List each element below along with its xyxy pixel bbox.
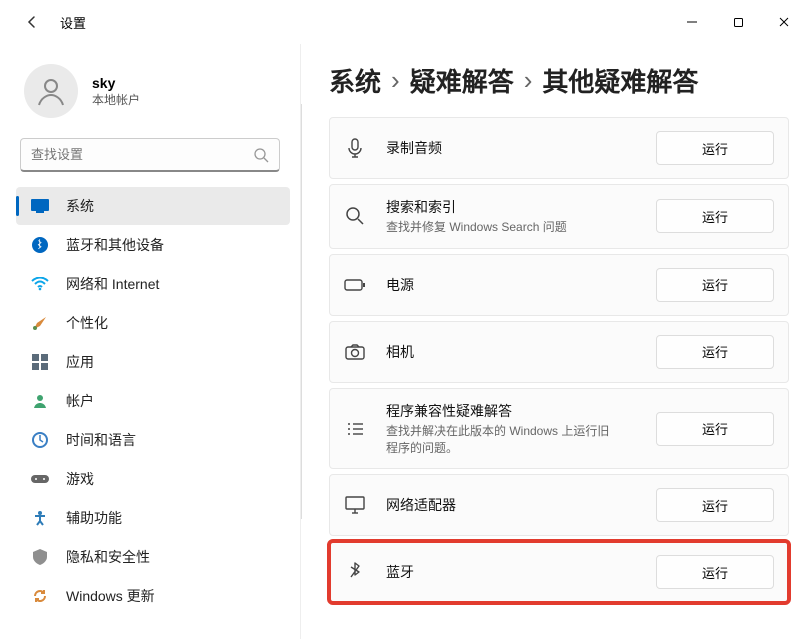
breadcrumb-separator: › [524, 65, 533, 96]
sidebar-item-accounts[interactable]: 帐户 [16, 382, 290, 420]
wifi-icon [30, 274, 50, 294]
sidebar-item-gaming[interactable]: 游戏 [16, 460, 290, 498]
breadcrumb-troubleshoot[interactable]: 疑难解答 [410, 62, 514, 99]
breadcrumb-separator: › [391, 65, 400, 96]
window-controls [669, 6, 807, 38]
shield-icon [30, 547, 50, 567]
search-box[interactable] [20, 138, 280, 172]
sidebar-item-bluetooth[interactable]: 蓝牙和其他设备 [16, 226, 290, 264]
troubleshooter-compatibility: 程序兼容性疑难解答 查找并解决在此版本的 Windows 上运行旧程序的问题。 … [329, 388, 789, 470]
troubleshooter-title: 相机 [386, 342, 656, 362]
troubleshooter-title: 电源 [386, 275, 656, 295]
sidebar-item-label: 应用 [66, 352, 94, 372]
battery-icon [344, 274, 366, 296]
bluetooth-icon [344, 561, 366, 583]
search-input[interactable] [31, 147, 253, 162]
troubleshooter-list: 录制音频 运行 搜索和索引 查找并修复 Windows Search 问题 运行… [329, 117, 789, 603]
sidebar-item-label: 辅助功能 [66, 508, 122, 528]
troubleshooter-title: 网络适配器 [386, 495, 656, 515]
back-button[interactable] [20, 10, 44, 34]
sidebar-item-privacy[interactable]: 隐私和安全性 [16, 538, 290, 576]
search-icon [253, 147, 269, 163]
sidebar-item-label: 时间和语言 [66, 430, 136, 450]
troubleshooter-power: 电源 运行 [329, 254, 789, 316]
run-button[interactable]: 运行 [656, 412, 774, 446]
troubleshooter-title: 蓝牙 [386, 562, 656, 582]
sidebar-item-apps[interactable]: 应用 [16, 343, 290, 381]
sidebar-item-label: 游戏 [66, 469, 94, 489]
breadcrumb: 系统 › 疑难解答 › 其他疑难解答 [329, 62, 789, 99]
maximize-button[interactable] [715, 6, 761, 38]
user-name: sky [92, 75, 140, 91]
camera-icon [344, 341, 366, 363]
troubleshooter-record-audio: 录制音频 运行 [329, 117, 789, 179]
nav: 系统 蓝牙和其他设备 网络和 Internet 个性化 应用 帐户 [0, 186, 300, 639]
user-subtitle: 本地帐户 [92, 91, 140, 108]
run-button[interactable]: 运行 [656, 199, 774, 233]
sidebar-item-label: Windows 更新 [66, 586, 155, 606]
avatar [24, 64, 78, 118]
window-title: 设置 [60, 13, 86, 32]
troubleshooter-camera: 相机 运行 [329, 321, 789, 383]
sidebar-item-personalization[interactable]: 个性化 [16, 304, 290, 342]
main-panel: 系统 › 疑难解答 › 其他疑难解答 录制音频 运行 搜索和索引 查找并修复 W… [300, 44, 807, 639]
brush-icon [30, 313, 50, 333]
apps-icon [30, 352, 50, 372]
sidebar-item-label: 系统 [66, 196, 94, 216]
system-icon [30, 196, 50, 216]
troubleshooter-search-index: 搜索和索引 查找并修复 Windows Search 问题 运行 [329, 184, 789, 249]
microphone-icon [344, 137, 366, 159]
sidebar-item-time-language[interactable]: 时间和语言 [16, 421, 290, 459]
titlebar: 设置 [0, 0, 807, 44]
run-button[interactable]: 运行 [656, 555, 774, 589]
troubleshooter-subtitle: 查找并修复 Windows Search 问题 [386, 219, 616, 236]
sidebar-item-label: 个性化 [66, 313, 108, 333]
troubleshooter-title: 程序兼容性疑难解答 [386, 401, 656, 421]
sidebar-item-label: 隐私和安全性 [66, 547, 150, 567]
troubleshooter-title: 搜索和索引 [386, 197, 656, 217]
troubleshooter-title: 录制音频 [386, 138, 656, 158]
minimize-button[interactable] [669, 6, 715, 38]
sidebar-item-network[interactable]: 网络和 Internet [16, 265, 290, 303]
close-button[interactable] [761, 6, 807, 38]
monitor-icon [344, 494, 366, 516]
clock-globe-icon [30, 430, 50, 450]
run-button[interactable]: 运行 [656, 488, 774, 522]
gamepad-icon [30, 469, 50, 489]
sidebar: sky 本地帐户 系统 蓝牙和其他设备 网络和 I [0, 44, 300, 639]
troubleshooter-bluetooth: 蓝牙 运行 [329, 541, 789, 603]
search-icon [344, 205, 366, 227]
run-button[interactable]: 运行 [656, 335, 774, 369]
breadcrumb-other: 其他疑难解答 [542, 62, 698, 99]
user-block[interactable]: sky 本地帐户 [0, 54, 300, 138]
sidebar-item-windows-update[interactable]: Windows 更新 [16, 577, 290, 615]
sidebar-item-label: 网络和 Internet [66, 274, 159, 294]
bluetooth-icon [30, 235, 50, 255]
sidebar-item-label: 蓝牙和其他设备 [66, 235, 164, 255]
sidebar-item-accessibility[interactable]: 辅助功能 [16, 499, 290, 537]
troubleshooter-network-adapter: 网络适配器 运行 [329, 474, 789, 536]
sidebar-item-system[interactable]: 系统 [16, 187, 290, 225]
update-icon [30, 586, 50, 606]
run-button[interactable]: 运行 [656, 131, 774, 165]
accessibility-icon [30, 508, 50, 528]
run-button[interactable]: 运行 [656, 268, 774, 302]
troubleshooter-subtitle: 查找并解决在此版本的 Windows 上运行旧程序的问题。 [386, 423, 616, 457]
breadcrumb-system[interactable]: 系统 [329, 62, 381, 99]
sidebar-item-label: 帐户 [66, 391, 94, 411]
person-icon [30, 391, 50, 411]
list-icon [344, 418, 366, 440]
